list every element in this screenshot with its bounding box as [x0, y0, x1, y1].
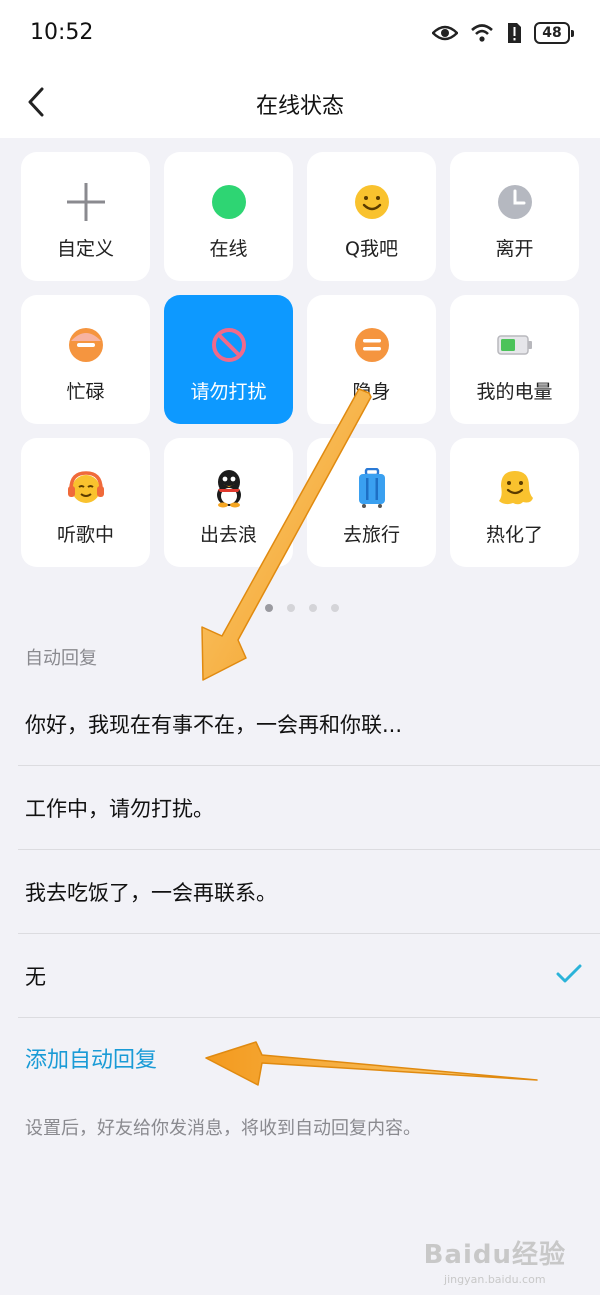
watermark-sub: jingyan.baidu.com [444, 1273, 546, 1286]
add-auto-reply-link[interactable]: 添加自动回复 [25, 1042, 157, 1074]
page-dot[interactable] [265, 604, 273, 612]
melting-face-icon [495, 468, 535, 508]
auto-reply-hint: 设置后，好友给你发消息，将收到自动回复内容。 [25, 1118, 421, 1139]
suitcase-icon [352, 468, 392, 508]
page-title: 在线状态 [255, 94, 344, 119]
status-tile-online[interactable]: 在线 [164, 152, 293, 281]
tile-label: 请勿打扰 [190, 381, 267, 403]
headphones-icon [66, 468, 106, 508]
status-bar: 10:52 48 [0, 0, 600, 68]
status-tile-listening[interactable]: 听歌中 [21, 438, 150, 567]
plus-icon [66, 182, 106, 222]
battery-indicator: 48 [534, 22, 574, 44]
auto-reply-text: 工作中，请勿打扰。 [25, 796, 214, 821]
tile-label: 出去浪 [199, 524, 257, 546]
smile-icon [352, 182, 392, 222]
busy-icon [66, 325, 106, 365]
tile-label: 忙碌 [66, 381, 105, 403]
auto-reply-text: 你好，我现在有事不在，一会再和你联... [25, 712, 403, 737]
status-tile-melting[interactable]: 热化了 [450, 438, 579, 567]
arrow-left-annotation [205, 1041, 538, 1086]
status-tile-travel[interactable]: 去旅行 [307, 438, 436, 567]
page-indicator [0, 604, 600, 612]
watermark-logo: Baidu经验 jingyan.baidu.com [424, 1234, 566, 1286]
page-dot[interactable] [331, 604, 339, 612]
do-not-disturb-icon [209, 325, 249, 365]
page-dot[interactable] [287, 604, 295, 612]
status-grid: 自定义 在线 Q我吧 离开 忙碌 请勿打扰 隐身 我的电量 听歌中 出去浪 去旅… [21, 152, 579, 567]
online-dot-icon [209, 182, 249, 222]
auto-reply-option[interactable]: 工作中，请勿打扰。 [18, 766, 600, 850]
tile-label: 在线 [209, 238, 248, 260]
auto-reply-section-label: 自动回复 [25, 648, 97, 669]
auto-reply-option-none[interactable]: 无 [18, 934, 600, 1018]
penguin-icon [209, 468, 249, 508]
tile-label: 热化了 [485, 524, 543, 546]
status-time: 10:52 [30, 20, 94, 45]
clock-icon [495, 182, 535, 222]
auto-reply-option[interactable]: 我去吃饭了，一会再联系。 [18, 850, 600, 934]
tile-label: 自定义 [56, 238, 114, 260]
status-tile-away[interactable]: 离开 [450, 152, 579, 281]
auto-reply-option[interactable]: 你好，我现在有事不在，一会再和你联... [18, 682, 600, 766]
tile-label: 我的电量 [476, 381, 553, 403]
nav-bar: 在线状态 [0, 68, 600, 138]
status-tile-busy[interactable]: 忙碌 [21, 295, 150, 424]
auto-reply-list: 你好，我现在有事不在，一会再和你联... 工作中，请勿打扰。 我去吃饭了，一会再… [0, 682, 600, 1018]
tile-label: 隐身 [352, 381, 391, 403]
tile-label: 离开 [495, 238, 534, 260]
alert-sim-icon [506, 22, 522, 44]
battery-icon [495, 325, 535, 365]
checkmark-icon [556, 964, 582, 989]
status-tile-do-not-disturb[interactable]: 请勿打扰 [164, 295, 293, 424]
status-tile-q-me[interactable]: Q我吧 [307, 152, 436, 281]
auto-reply-text: 无 [25, 964, 46, 989]
tile-label: 听歌中 [56, 524, 114, 546]
tile-label: Q我吧 [345, 238, 398, 260]
wifi-icon [470, 23, 494, 43]
status-tile-invisible[interactable]: 隐身 [307, 295, 436, 424]
status-tile-custom[interactable]: 自定义 [21, 152, 150, 281]
page-dot[interactable] [309, 604, 317, 612]
invisible-icon [352, 325, 392, 365]
status-tile-go-out[interactable]: 出去浪 [164, 438, 293, 567]
tile-label: 去旅行 [342, 524, 400, 546]
status-tile-battery[interactable]: 我的电量 [450, 295, 579, 424]
eye-icon [432, 24, 458, 42]
auto-reply-text: 我去吃饭了，一会再联系。 [25, 880, 277, 905]
status-icons: 48 [432, 22, 574, 44]
watermark-main: Baidu经验 [423, 1240, 566, 1270]
